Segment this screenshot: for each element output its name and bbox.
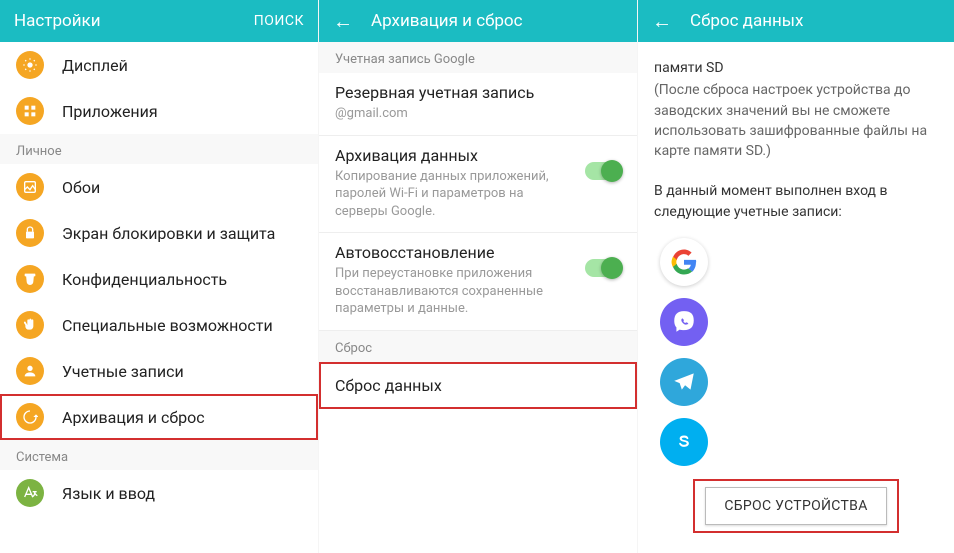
wallpaper-icon xyxy=(16,173,44,201)
reset-button-area: СБРОС УСТРОЙСТВА xyxy=(638,479,954,533)
section-header-system: Система xyxy=(0,440,318,470)
google-account-icon xyxy=(660,238,708,286)
sd-memory-title: памяти SD xyxy=(654,58,938,78)
settings-item-wallpaper[interactable]: Обои xyxy=(0,164,318,210)
telegram-account-icon xyxy=(660,358,708,406)
accounts-icon xyxy=(16,357,44,385)
header-factory-reset: ← Сброс данных xyxy=(638,0,954,42)
header-backup-reset: ← Архивация и сброс xyxy=(319,0,637,42)
factory-reset-item[interactable]: Сброс данных xyxy=(319,362,637,409)
settings-item-label: Дисплей xyxy=(62,56,128,75)
settings-item-language[interactable]: Язык и ввод xyxy=(0,470,318,516)
settings-item-accessibility[interactable]: Специальные возможности xyxy=(0,302,318,348)
reset-button-highlight: СБРОС УСТРОЙСТВА xyxy=(693,479,898,533)
lock-icon xyxy=(16,219,44,247)
settings-item-label: Обои xyxy=(62,178,100,197)
back-arrow-icon[interactable]: ← xyxy=(333,11,353,31)
item-desc: @gmail.com xyxy=(335,105,613,123)
item-title: Автовосстановление xyxy=(335,243,577,262)
privacy-icon xyxy=(16,265,44,293)
factory-reset-panel: ← Сброс данных памяти SD (После сброса н… xyxy=(638,0,954,553)
item-desc: При переустановке приложения восстанавли… xyxy=(335,265,577,318)
reset-device-button[interactable]: СБРОС УСТРОЙСТВА xyxy=(705,487,886,525)
section-header-personal: Личное xyxy=(0,134,318,164)
sd-memory-desc: (После сброса настроек устройства до зав… xyxy=(654,80,938,161)
backup-data-item[interactable]: Архивация данных Копирование данных прил… xyxy=(319,136,637,234)
settings-item-label: Специальные возможности xyxy=(62,316,273,335)
settings-item-label: Экран блокировки и защита xyxy=(62,224,275,243)
apps-icon xyxy=(16,97,44,125)
auto-restore-item[interactable]: Автовосстановление При переустановке при… xyxy=(319,233,637,331)
back-arrow-icon[interactable]: ← xyxy=(652,11,672,31)
settings-item-accounts[interactable]: Учетные записи xyxy=(0,348,318,394)
settings-panel: Настройки ПОИСК Дисплей Приложения Лично… xyxy=(0,0,318,553)
language-icon xyxy=(16,479,44,507)
settings-item-label: Конфиденциальность xyxy=(62,270,227,289)
backup-icon xyxy=(16,403,44,431)
settings-item-label: Приложения xyxy=(62,102,158,121)
item-title: Архивация данных xyxy=(335,146,577,165)
item-title: Резервная учетная запись xyxy=(335,83,613,102)
header-settings: Настройки ПОИСК xyxy=(0,0,318,42)
viber-account-icon xyxy=(660,298,708,346)
section-google-account: Учетная запись Google xyxy=(319,42,637,73)
accounts-signed-in-text: В данный момент выполнен вход в следующи… xyxy=(654,181,938,222)
settings-item-label: Язык и ввод xyxy=(62,484,155,503)
hand-icon xyxy=(16,311,44,339)
settings-item-backup-reset[interactable]: Архивация и сброс xyxy=(0,394,318,440)
search-action[interactable]: ПОИСК xyxy=(254,13,304,29)
settings-item-lockscreen[interactable]: Экран блокировки и защита xyxy=(0,210,318,256)
header-title: Настройки xyxy=(14,11,254,31)
settings-item-display[interactable]: Дисплей xyxy=(0,42,318,88)
settings-item-privacy[interactable]: Конфиденциальность xyxy=(0,256,318,302)
backup-data-toggle[interactable] xyxy=(585,162,621,180)
item-title: Сброс данных xyxy=(335,376,621,395)
settings-item-label: Архивация и сброс xyxy=(62,408,205,427)
item-desc: Копирование данных приложений, паролей W… xyxy=(335,168,577,221)
header-title: Архивация и сброс xyxy=(371,11,623,31)
section-reset: Сброс xyxy=(319,331,637,362)
backup-account-item[interactable]: Резервная учетная запись @gmail.com xyxy=(319,73,637,136)
auto-restore-toggle[interactable] xyxy=(585,259,621,277)
reset-info-body: памяти SD (После сброса настроек устройс… xyxy=(638,42,954,482)
display-icon xyxy=(16,51,44,79)
settings-item-apps[interactable]: Приложения xyxy=(0,88,318,134)
backup-reset-panel: ← Архивация и сброс Учетная запись Googl… xyxy=(319,0,637,553)
signed-in-accounts xyxy=(654,238,938,466)
skype-account-icon xyxy=(660,418,708,466)
header-title: Сброс данных xyxy=(690,11,940,31)
settings-item-label: Учетные записи xyxy=(62,362,184,381)
